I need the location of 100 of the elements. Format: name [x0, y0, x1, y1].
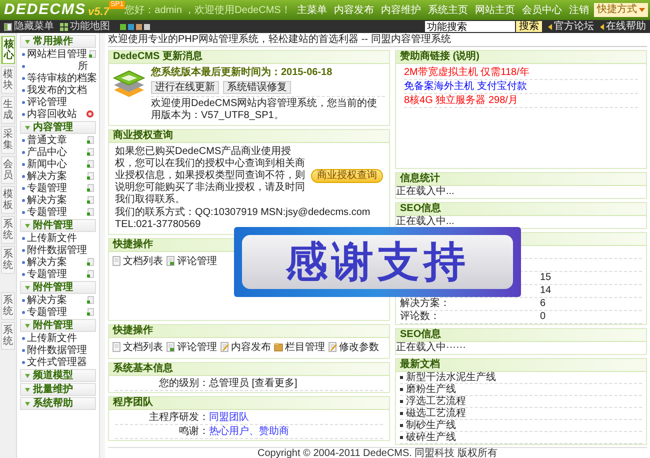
menu-item[interactable]: 评论管理	[27, 96, 67, 108]
shortcut-link[interactable]: 修改参数	[328, 342, 379, 358]
panel-title: 最新文档	[400, 359, 440, 371]
update-button[interactable]: 进行在线更新	[151, 81, 219, 94]
menu-item[interactable]: 等待审核的档案	[27, 72, 97, 84]
search-button[interactable]: 搜索	[516, 21, 542, 32]
document-check-icon	[166, 342, 175, 352]
caret-icon	[25, 40, 30, 44]
document-link[interactable]: 新型干法水泥生产线	[406, 372, 496, 383]
menu-item[interactable]: 解决方案	[27, 194, 67, 206]
layers-icon	[113, 69, 145, 99]
menu-item[interactable]: 我发布的文档	[27, 84, 87, 96]
menu-item[interactable]: 专题管理	[27, 206, 67, 218]
shortcut-link[interactable]: 评论管理	[166, 342, 217, 358]
document-plus-icon[interactable]	[87, 308, 94, 316]
shortcut-link[interactable]: 文档列表	[112, 342, 163, 358]
menu-item[interactable]: 专题管理	[27, 268, 67, 280]
document-plus-icon[interactable]	[87, 136, 94, 144]
menu-item[interactable]: 新闻中心	[27, 158, 67, 170]
menu-group-header[interactable]: 频道模型	[20, 369, 96, 382]
document-plus-icon[interactable]	[87, 270, 94, 278]
menu-group-header[interactable]: 附件管理	[20, 319, 96, 332]
sponsor-link[interactable]: 2M带宽虚拟主机 仅需118/年	[404, 67, 638, 80]
skin-swatch[interactable]	[128, 24, 134, 30]
toolbar-link[interactable]: 官方论坛	[548, 20, 594, 32]
bullet-icon	[22, 100, 25, 104]
rail-tab[interactable]: 系统	[1, 322, 15, 350]
skin-swatch[interactable]	[136, 24, 142, 30]
rail-tab[interactable]: 系统	[1, 216, 15, 244]
license-query-button[interactable]: 商业授权查询	[311, 169, 383, 183]
document-plus-icon[interactable]	[87, 208, 94, 216]
document-plus-icon[interactable]	[87, 148, 94, 156]
rail-tab[interactable]: 系统	[1, 246, 15, 274]
skin-swatch[interactable]	[144, 24, 150, 30]
menu-group-header[interactable]: 内容管理	[20, 121, 96, 134]
document-plus-icon[interactable]	[87, 160, 94, 168]
panel-title: 系统基本信息	[113, 363, 173, 375]
caret-icon	[638, 8, 645, 12]
menu-item[interactable]: 产品中心	[27, 146, 67, 158]
menu-item[interactable]: 解决方案	[27, 256, 67, 268]
document-plus-icon[interactable]	[87, 172, 94, 180]
menu-group-header[interactable]: 系统帮助	[20, 397, 96, 410]
shortcut-link[interactable]: 内容发布	[220, 342, 271, 358]
menu-item[interactable]: 附件数据管理	[27, 244, 87, 256]
document-plus-icon[interactable]	[87, 258, 94, 266]
loading-text: 正在载入中...	[396, 216, 456, 228]
menu-item[interactable]: 上传新文件	[27, 332, 77, 344]
pencil-icon	[328, 342, 337, 352]
menu-item[interactable]: 解决方案	[27, 170, 67, 182]
menu-item[interactable]: 网站栏目管理	[27, 48, 87, 60]
rail-tab[interactable]: 模板	[1, 186, 15, 214]
menu-group-header[interactable]: 附件管理	[20, 281, 96, 294]
search-field[interactable]: 功能搜索	[425, 21, 515, 32]
menu-item[interactable]: 专题管理	[27, 306, 67, 318]
menu-item[interactable]: 专题管理	[27, 182, 67, 194]
menu-group-header[interactable]: 附件管理	[20, 219, 96, 232]
document-link[interactable]: 磁选工艺流程	[406, 408, 466, 419]
pencil-icon	[220, 342, 229, 352]
document-link[interactable]: 破碎生产线	[406, 432, 456, 443]
document-link[interactable]: 磨粉生产线	[406, 384, 456, 395]
toolbar-button[interactable]: 功能地图	[60, 20, 110, 32]
shortcut-link[interactable]: 文档列表	[112, 256, 163, 320]
rail-tab[interactable]: 生成	[1, 96, 15, 124]
bullet-icon	[22, 272, 25, 276]
menu-item[interactable]: 内容回收站	[27, 108, 77, 120]
menu-item[interactable]: 附件数据管理	[27, 344, 87, 356]
document-link[interactable]: 制砂生产线	[406, 420, 456, 431]
rail-tab[interactable]: 系统	[1, 292, 15, 320]
shortcut-link[interactable]: 评论管理	[166, 256, 217, 320]
menu-item[interactable]: 上传新文件	[27, 232, 77, 244]
sponsor-link[interactable]: 免备案海外主机 支付宝付款	[404, 81, 638, 94]
sponsor-link[interactable]: 8核4G 独立服务器 298/月	[404, 95, 638, 108]
rail-tab[interactable]: 核心	[1, 36, 15, 64]
menu-item[interactable]: 解决方案	[27, 294, 67, 306]
document-plus-icon[interactable]	[89, 50, 96, 58]
delete-icon[interactable]	[86, 110, 94, 118]
document-plus-icon[interactable]	[87, 296, 94, 304]
caret-icon	[25, 402, 30, 406]
document-plus-icon[interactable]	[87, 184, 94, 192]
rail-tab[interactable]: 会员	[1, 156, 15, 184]
shortcut-dropdown[interactable]: 快捷方式	[594, 3, 648, 17]
loading-text: 正在载入中...	[396, 186, 456, 198]
team-link[interactable]: 同盟团队	[209, 411, 249, 424]
update-button[interactable]: 系统错误修复	[223, 81, 291, 94]
panel-title: 信息统计	[400, 173, 440, 185]
document-link[interactable]: 浮选工艺流程	[406, 396, 466, 407]
menu-item[interactable]: 所	[78, 60, 88, 72]
document-plus-icon[interactable]	[87, 196, 94, 204]
skin-swatch[interactable]	[120, 24, 126, 30]
caret-icon	[25, 324, 30, 328]
toolbar-button[interactable]: 隐藏菜单	[4, 20, 54, 32]
menu-group-header[interactable]: 常用操作	[20, 35, 96, 48]
shortcut-link[interactable]: 栏目管理	[274, 342, 325, 358]
team-link[interactable]: 热心用户、赞助商	[209, 425, 289, 438]
menu-group-header[interactable]: 批量维护	[20, 383, 96, 396]
menu-item[interactable]: 文件式管理器	[27, 356, 87, 368]
menu-item[interactable]: 普通文章	[27, 134, 67, 146]
toolbar-link[interactable]: 在线帮助	[600, 20, 646, 32]
rail-tab[interactable]: 模块	[1, 66, 15, 94]
rail-tab[interactable]: 采集	[1, 126, 15, 154]
